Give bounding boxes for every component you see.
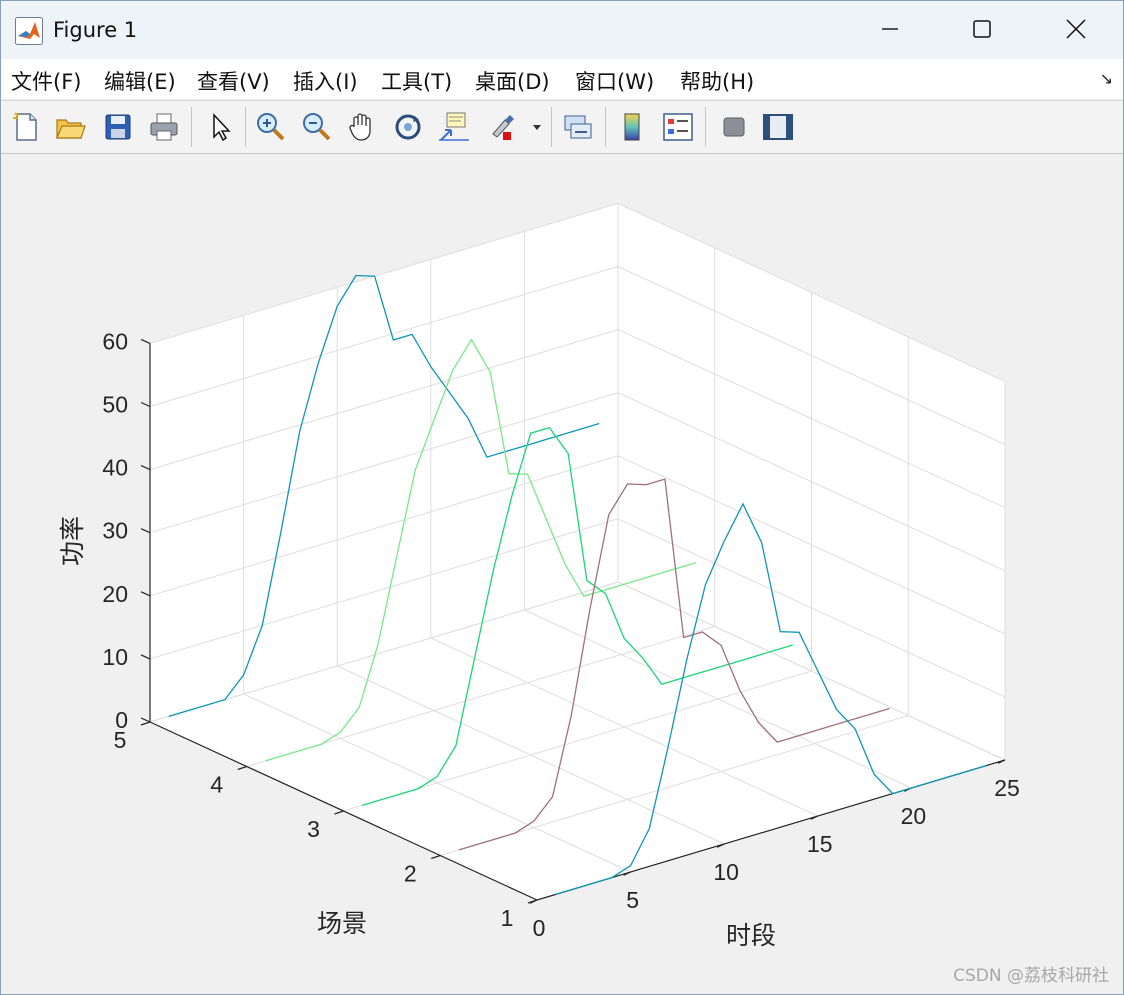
x-tick-label: 0 [533,915,546,941]
menu-edit[interactable]: 编辑(E) [104,66,176,96]
z-tick [140,654,151,660]
minimize-button[interactable] [867,9,913,49]
figure-toolbar [1,100,1123,154]
pointer-icon [213,113,231,142]
x-axis-label: 时段 [726,921,776,950]
z-tick [140,591,151,597]
y-tick [237,765,247,771]
watermark-text: CSDN @荔枝科研社 [953,966,1109,986]
zoom-in-button[interactable] [253,110,287,144]
y-tick [431,854,441,860]
y-tick-label: 2 [404,861,417,887]
z-tick [140,465,151,471]
rotate-3d-button[interactable] [391,110,425,144]
x-tick-label: 20 [901,803,927,829]
menu-view[interactable]: 查看(V) [197,66,270,96]
close-icon [1066,19,1086,39]
z-tick [140,528,151,534]
toolbar-separator [245,107,246,147]
maximize-button[interactable] [959,9,1005,49]
x-tick-label: 10 [713,859,739,885]
x-tick-label: 5 [626,887,639,913]
z-tick [140,338,151,344]
show-plot-tools-button[interactable] [761,110,795,144]
toolbar-separator [605,107,606,147]
menu-tools[interactable]: 工具(T) [381,66,452,96]
z-tick-label: 40 [102,455,128,481]
minimize-icon [882,28,898,30]
colorbar-icon [624,113,640,141]
chevron-down-icon [533,125,541,130]
legend-icon [663,113,693,141]
toolbar-separator [705,107,706,147]
z-tick-label: 0 [115,707,128,733]
data-cursor-icon [439,112,469,141]
dock-arrow-icon[interactable]: ↘ [1100,69,1113,88]
z-axis-label: 功率 [58,516,87,566]
open-file-icon [56,119,86,139]
z-tick-label: 10 [102,644,128,670]
figure-canvas: 0 5 10 15 20 25 1 2 3 4 5 0 10 20 30 40 50 60 时段 场景 功率 CS… [1,154,1123,994]
z-tick-label: 30 [102,518,128,544]
menu-bar: 文件(F) 编辑(E) 查看(V) 插入(I) 工具(T) 桌面(D) 窗口(W… [1,59,1123,99]
zoom-out-button[interactable] [299,110,333,144]
y-tick-label: 1 [501,905,514,931]
menu-help[interactable]: 帮助(H) [680,66,754,96]
hide-plot-tools-icon [723,117,745,137]
x-tick-label: 25 [994,775,1020,801]
y-tick-label: 3 [307,816,320,842]
save-button[interactable] [101,110,135,144]
plot3-chart[interactable]: 0510152025123450102030405060 时段 场景 功率 [1,154,1123,994]
z-tick [140,401,151,408]
title-bar[interactable]: Figure 1 [1,1,1123,59]
legend-button[interactable] [661,110,695,144]
y-tick [140,721,151,726]
new-figure-button[interactable] [9,110,43,144]
toolbar-separator [551,107,552,147]
save-icon [105,114,131,140]
show-plot-tools-icon [763,114,793,140]
z-tick [140,717,151,723]
menu-file[interactable]: 文件(F) [11,66,81,96]
close-button[interactable] [1053,9,1099,49]
matlab-logo-icon [15,17,43,45]
y-axis-label: 场景 [317,909,367,938]
zoom-in-icon [257,113,285,141]
pointer-button[interactable] [203,110,237,144]
hide-plot-tools-button[interactable] [717,110,751,144]
zoom-out-icon [303,113,331,141]
x-tick-label: 15 [807,831,833,857]
brush-button[interactable] [485,110,519,144]
rotate-3d-icon [395,114,421,140]
link-plot-icon [564,115,592,139]
grid-lines [149,202,1006,901]
pan-hand-icon [349,113,371,141]
z-tick-label: 20 [102,581,128,607]
menu-desktop[interactable]: 桌面(D) [475,66,550,96]
figure-window: Figure 1 文件(F) 编辑(E) 查看(V) 插入(I) 工具(T) 桌… [0,0,1124,995]
colorbar-button[interactable] [615,110,649,144]
toolbar-separator [191,107,192,147]
z-tick-label: 50 [102,392,128,418]
maximize-icon [973,20,991,38]
brush-icon [492,115,514,140]
new-figure-icon [13,112,37,141]
brush-dropdown-button[interactable] [527,110,547,144]
menu-insert[interactable]: 插入(I) [293,66,358,96]
open-file-button[interactable] [53,110,87,144]
print-icon [150,113,178,141]
window-title: Figure 1 [53,18,138,42]
y-tick-label: 4 [210,772,223,798]
y-tick [334,810,344,815]
menu-window[interactable]: 窗口(W) [575,66,654,96]
pan-button[interactable] [345,110,379,144]
print-button[interactable] [147,110,181,144]
z-tick-label: 60 [102,328,128,354]
data-cursor-button[interactable] [437,110,471,144]
link-plot-button[interactable] [561,110,595,144]
